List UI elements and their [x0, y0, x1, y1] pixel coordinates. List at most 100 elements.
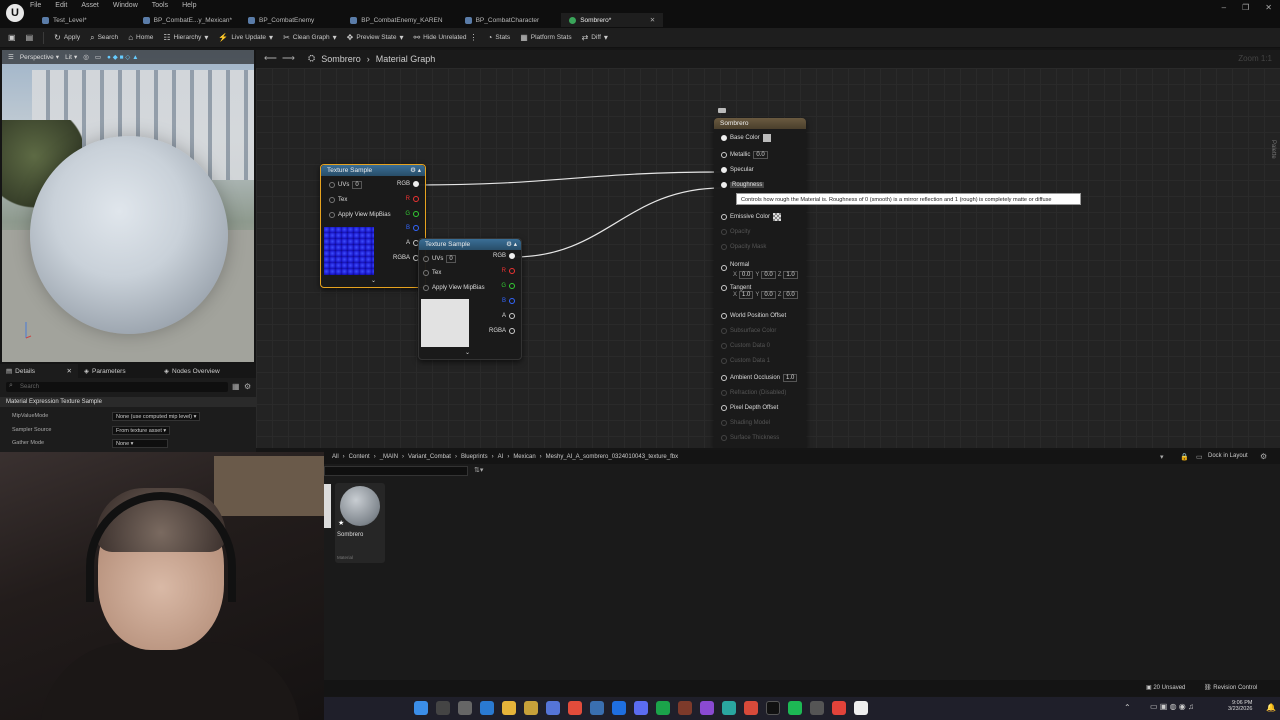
preview-state-button[interactable]: ✥ Preview State ▾	[347, 33, 404, 42]
tab-bp-combat-enemy-karen[interactable]: BP_CombatEnemy_KAREN	[342, 13, 450, 27]
clean-graph-button[interactable]: ✂ Clean Graph ▾	[283, 33, 337, 42]
lock-icon[interactable]: 🔒	[1180, 453, 1189, 461]
epic-games-icon[interactable]	[766, 701, 780, 715]
unreal-logo-icon[interactable]: U	[6, 4, 24, 22]
menu-help[interactable]: Help	[182, 2, 196, 9]
settings-gear-icon[interactable]: ⚙	[1260, 452, 1267, 461]
close-tab-icon[interactable]: ✕	[650, 16, 655, 24]
section-header[interactable]: Material Expression Texture Sample	[0, 397, 256, 407]
path-mexican[interactable]: Mexican	[513, 454, 535, 460]
g-output-pin[interactable]	[413, 211, 419, 217]
tangent-pin[interactable]	[721, 285, 727, 291]
back-arrow-icon[interactable]: ⟵	[264, 53, 277, 64]
tab-parameters[interactable]: ◈ Parameters	[78, 364, 158, 378]
tab-details[interactable]: ▤ Details ✕	[0, 364, 78, 378]
path-ai[interactable]: AI	[498, 454, 504, 460]
chrome-icon[interactable]	[568, 701, 582, 715]
g-output-pin[interactable]	[509, 283, 515, 289]
maximize-icon[interactable]: ❐	[1242, 3, 1249, 12]
menu-file[interactable]: File	[30, 2, 41, 9]
app-icon[interactable]	[612, 701, 626, 715]
metallic-value-field[interactable]: 0.0	[753, 151, 768, 159]
path-main[interactable]: _MAIN	[380, 454, 398, 460]
tangent-x-field[interactable]: 1.0	[739, 291, 754, 299]
stats-button[interactable]: ◔ Stats	[488, 33, 511, 42]
sort-filter-icon[interactable]: ⇅▾	[474, 466, 483, 474]
expand-chevron-icon[interactable]: ⌄	[371, 277, 376, 284]
base-color-pin[interactable]	[721, 135, 727, 141]
forward-arrow-icon[interactable]: ⟶	[282, 53, 295, 64]
content-search-input[interactable]	[324, 466, 468, 476]
roughness-pin[interactable]	[721, 182, 727, 188]
edge-icon[interactable]	[480, 701, 494, 715]
lit-button[interactable]: Lit ▾	[65, 53, 77, 62]
tab-nodes-overview[interactable]: ◈ Nodes Overview	[158, 364, 226, 378]
app-icon[interactable]	[590, 701, 604, 715]
normal-x-field[interactable]: 0.0	[739, 271, 754, 279]
texture-sample-node-2[interactable]: Texture Sample ⚙ ▴ UVs 0 Tex Apply View Mi…	[418, 238, 522, 360]
emissive-swatch[interactable]	[773, 213, 782, 221]
rgb-output-pin[interactable]	[413, 181, 419, 187]
browse-icon[interactable]: ▤	[26, 33, 34, 42]
normal-pin[interactable]	[721, 265, 727, 271]
apply-button[interactable]: ↻ Apply	[54, 33, 80, 42]
tab-sombrero[interactable]: Sombrero* ✕	[561, 13, 664, 27]
dock-in-layout-button[interactable]: Dock in Layout	[1208, 453, 1248, 459]
tex-pin[interactable]	[329, 197, 335, 203]
menu-window[interactable]: Window	[113, 2, 138, 9]
discord-icon[interactable]	[634, 701, 648, 715]
tex-pin[interactable]	[423, 270, 429, 276]
dock-icon[interactable]: ▭	[1196, 453, 1203, 461]
clock[interactable]: 9:06 PM 3/23/2026	[1228, 700, 1252, 712]
show-flags-icon[interactable]: ◎	[83, 53, 89, 61]
wpo-pin[interactable]	[721, 313, 727, 319]
notification-bell-icon[interactable]: 🔔	[1266, 703, 1276, 712]
hide-unrelated-button[interactable]: ⚯ Hide Unrelated ⋮	[413, 33, 477, 42]
uvs-pin[interactable]	[423, 256, 429, 262]
preview-mesh-icon[interactable]: ▭	[95, 53, 101, 61]
tray-chevron-icon[interactable]: ⌃	[1124, 703, 1131, 712]
favorite-star-icon[interactable]: ★	[338, 519, 344, 527]
r-output-pin[interactable]	[413, 196, 419, 202]
unreal-engine-icon[interactable]	[854, 701, 868, 715]
normal-y-field[interactable]: 0.0	[761, 271, 776, 279]
tab-bp-combat-enemy-mexican[interactable]: BP_CombatE...y_Mexican*	[135, 13, 240, 27]
material-preview-viewport[interactable]: ☰ Perspective ▾ Lit ▾ ◎ ▭ ● ◆ ■ ◇ ▲	[2, 50, 254, 362]
task-view-icon[interactable]	[458, 701, 472, 715]
platform-stats-button[interactable]: ▦ Platform Stats	[520, 33, 571, 42]
expand-chevron-icon[interactable]: ⌄	[465, 349, 470, 356]
path-all[interactable]: All	[332, 454, 339, 460]
hierarchy-button[interactable]: ☷ Hierarchy ▾	[163, 33, 208, 42]
mip-bias-pin[interactable]	[329, 212, 335, 218]
path-content[interactable]: Content	[349, 454, 370, 460]
settings-icon[interactable]	[546, 701, 560, 715]
app-icon[interactable]	[810, 701, 824, 715]
rgb-output-pin[interactable]	[509, 253, 515, 259]
sphere-mesh-icon[interactable]: ● ◆ ■ ◇ ▲	[107, 53, 139, 61]
b-output-pin[interactable]	[413, 225, 419, 231]
mip-bias-pin[interactable]	[423, 285, 429, 291]
viewport-options-button[interactable]: ☰	[8, 53, 14, 61]
app-icon[interactable]	[744, 701, 758, 715]
rgba-output-pin[interactable]	[509, 328, 515, 334]
settings-gear-icon[interactable]: ⚙	[244, 382, 251, 391]
file-explorer-icon[interactable]	[502, 701, 516, 715]
minimize-icon[interactable]: –	[1222, 3, 1226, 12]
close-window-icon[interactable]: ✕	[1265, 3, 1272, 12]
uvs-pin[interactable]	[329, 182, 335, 188]
app-icon[interactable]	[700, 701, 714, 715]
sampler-source-select[interactable]: From texture asset ▾	[112, 425, 171, 435]
unsaved-button[interactable]: ▣ 20 Unsaved	[1146, 684, 1185, 691]
emissive-pin[interactable]	[721, 214, 727, 220]
asset-tile-sombrero[interactable]: ★ Sombrero Material	[335, 483, 385, 563]
app-icon[interactable]	[656, 701, 670, 715]
details-search-input[interactable]: Search	[6, 382, 228, 392]
texture-sample-node-1[interactable]: Texture Sample ⚙ ▴ UVs 0 Tex Apply View Mi…	[320, 164, 426, 288]
normal-z-field[interactable]: 1.0	[783, 271, 798, 279]
close-icon[interactable]: ✕	[67, 367, 72, 375]
search-button[interactable]: ⌕ Search	[90, 33, 118, 43]
whatsapp-icon[interactable]	[722, 701, 736, 715]
path-variant-combat[interactable]: Variant_Combat	[408, 454, 451, 460]
blender-icon[interactable]	[678, 701, 692, 715]
menu-edit[interactable]: Edit	[55, 2, 67, 9]
